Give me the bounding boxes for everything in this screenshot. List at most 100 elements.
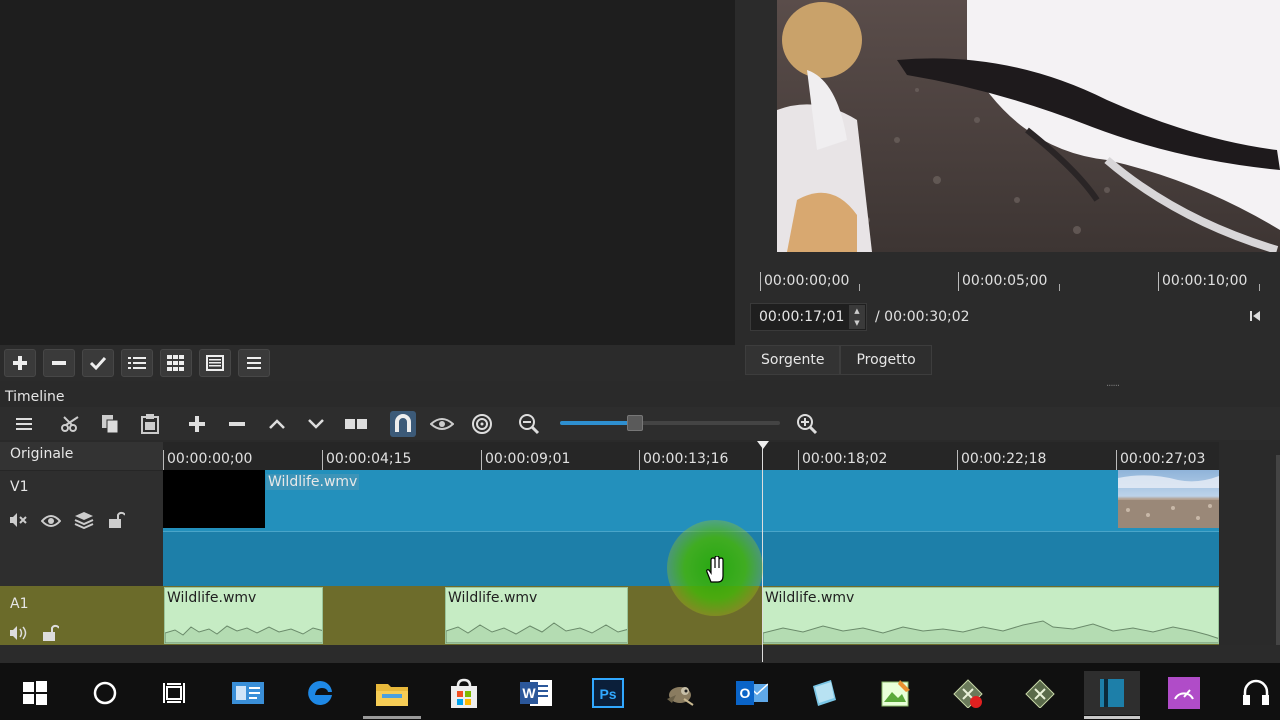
windows-start-icon[interactable] — [13, 671, 57, 715]
file-explorer-icon[interactable] — [370, 671, 414, 715]
spin-up-icon[interactable]: ▲ — [854, 307, 859, 315]
copy-icon[interactable] — [97, 411, 123, 437]
track-header-a1[interactable]: A1 — [0, 586, 163, 645]
timecode-spinner[interactable]: ▲ ▼ — [849, 305, 865, 329]
outlook-letter: O — [740, 685, 751, 701]
remove-icon[interactable] — [224, 411, 250, 437]
append-icon[interactable] — [184, 411, 210, 437]
speedometer-app-icon[interactable] — [1162, 671, 1206, 715]
media-app-icon[interactable] — [946, 671, 990, 715]
menu-icon[interactable] — [238, 349, 270, 377]
add-icon[interactable] — [4, 349, 36, 377]
vertical-scrollbar[interactable] — [1276, 455, 1280, 645]
photoshop-icon[interactable]: Ps — [586, 671, 630, 715]
current-timecode: 00:00:17;01 — [759, 309, 845, 325]
ripple-icon[interactable] — [469, 411, 495, 437]
grid-view-icon[interactable] — [160, 349, 192, 377]
playhead-handle-icon[interactable] — [757, 441, 769, 449]
lock-icon[interactable] — [107, 511, 126, 533]
video-app-icon[interactable] — [1018, 671, 1062, 715]
timeline-title: Timeline — [5, 389, 65, 405]
composite-icon[interactable] — [74, 511, 94, 533]
skip-to-start-icon[interactable] — [1248, 308, 1266, 324]
menu-icon[interactable] — [11, 411, 37, 437]
headphones-icon[interactable] — [1234, 671, 1278, 715]
timeline-right-area — [1219, 442, 1280, 645]
clip-label: Wildlife.wmv — [167, 590, 257, 606]
paste-icon[interactable] — [137, 411, 163, 437]
cut-icon[interactable] — [58, 411, 84, 437]
shotcut-icon[interactable] — [1084, 671, 1140, 715]
ruler-label: 00:00:18;02 — [798, 450, 887, 470]
ruler-label: 00:00:27;03 — [1116, 450, 1205, 470]
zoom-slider[interactable] — [560, 415, 780, 431]
ruler-label: 00:00:10;00 — [1158, 272, 1247, 291]
zoom-slider-handle[interactable] — [626, 415, 643, 431]
spin-down-icon[interactable]: ▼ — [854, 319, 859, 327]
lift-icon[interactable] — [264, 411, 290, 437]
eye-icon[interactable] — [40, 513, 62, 532]
gimp-icon[interactable] — [658, 671, 702, 715]
speaker-icon[interactable] — [8, 625, 28, 645]
ruler-label: 00:00:09;01 — [481, 450, 570, 470]
ruler-label: 00:00:04;15 — [322, 450, 411, 470]
ruler-tick — [1259, 284, 1260, 291]
table-view-icon[interactable] — [199, 349, 231, 377]
snap-icon[interactable] — [390, 411, 416, 437]
audio-clip[interactable]: Wildlife.wmv — [762, 587, 1219, 644]
word-icon[interactable]: W — [514, 671, 558, 715]
playhead[interactable] — [762, 442, 763, 662]
audio-clip[interactable]: Wildlife.wmv — [445, 587, 628, 644]
edge-browser-icon[interactable] — [298, 671, 342, 715]
active-app-indicator — [363, 716, 421, 719]
clip-thumbnail-end — [1118, 470, 1219, 528]
check-icon[interactable] — [82, 349, 114, 377]
scrub-icon[interactable] — [429, 411, 455, 437]
waveform — [165, 625, 322, 643]
audio-clip[interactable]: Wildlife.wmv — [164, 587, 323, 644]
ruler-label: 00:00:00;00 — [760, 272, 849, 291]
tab-progetto[interactable]: Progetto — [840, 345, 932, 375]
timecode-row: 00:00:17;01 ▲ ▼ / 00:00:30;02 — [750, 303, 970, 331]
timeline-ruler[interactable]: 00:00:00;00 00:00:04;15 00:00:09;01 00:0… — [163, 442, 1219, 470]
timeline-header-label: Originale — [0, 442, 163, 470]
task-view-icon[interactable] — [153, 671, 197, 715]
playlist-toolbar — [0, 345, 735, 381]
tab-sorgente[interactable]: Sorgente — [745, 345, 841, 375]
track-header-v1[interactable]: V1 — [0, 470, 163, 586]
playlist-panel[interactable] — [0, 0, 735, 345]
zoom-in-icon[interactable] — [794, 411, 820, 437]
ruler-label: 00:00:00;00 — [163, 450, 252, 470]
splitter-grip-icon[interactable]: ...... — [1106, 378, 1120, 389]
cortana-search-icon[interactable] — [83, 671, 127, 715]
video-preview[interactable] — [777, 0, 1280, 252]
windows-taskbar: W Ps O — [0, 663, 1280, 720]
mute-icon[interactable] — [8, 512, 28, 532]
horizontal-scrollbar[interactable] — [0, 645, 1280, 663]
lock-icon[interactable] — [41, 624, 60, 646]
store-icon[interactable] — [442, 671, 486, 715]
photoshop-letters: Ps — [599, 686, 616, 702]
zoom-slider-fill — [560, 421, 635, 425]
viewer-ruler[interactable]: 00:00:00;00 00:00:05;00 00:00:10;00 — [758, 262, 1280, 292]
zoom-out-icon[interactable] — [516, 411, 542, 437]
outlook-icon[interactable]: O — [730, 671, 774, 715]
track-name: V1 — [10, 479, 29, 495]
overwrite-icon[interactable] — [303, 411, 329, 437]
clip-thumbnail-start — [163, 470, 265, 528]
list-view-icon[interactable] — [121, 349, 153, 377]
remove-icon[interactable] — [43, 349, 75, 377]
image-editor-icon[interactable] — [874, 671, 918, 715]
track-headers: Originale V1 A1 — [0, 442, 163, 645]
clip-label: Wildlife.wmv — [448, 590, 538, 606]
track-name: A1 — [10, 596, 29, 612]
word-letter: W — [522, 685, 536, 701]
waveform — [446, 622, 627, 643]
notes-app-icon[interactable] — [802, 671, 846, 715]
ruler-tick — [1059, 284, 1060, 291]
timecode-field[interactable]: 00:00:17;01 ▲ ▼ — [750, 303, 867, 331]
active-app-indicator — [1084, 716, 1140, 719]
ruler-label: 00:00:05;00 — [958, 272, 1047, 291]
split-icon[interactable] — [343, 411, 369, 437]
contacts-app-icon[interactable] — [226, 671, 270, 715]
